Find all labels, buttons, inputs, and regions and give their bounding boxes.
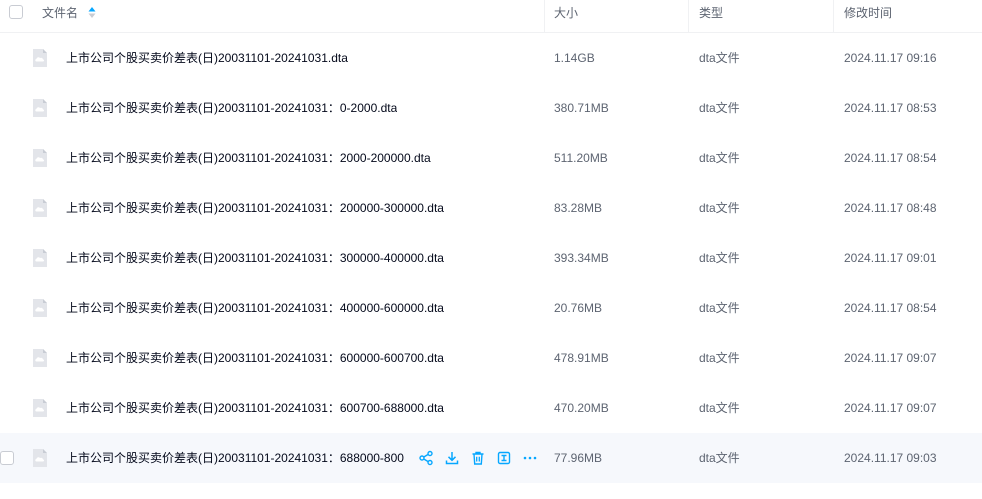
column-header-mtime[interactable]: 修改时间 (844, 0, 892, 33)
file-modified-time: 2024.11.17 09:16 (844, 51, 937, 65)
file-size: 478.91MB (554, 351, 609, 365)
file-size: 1.14GB (554, 51, 595, 65)
file-modified-time: 2024.11.17 08:54 (844, 151, 937, 165)
file-type: dta文件 (699, 51, 740, 65)
file-icon (33, 99, 47, 117)
file-icon (33, 49, 47, 67)
file-row[interactable]: 上市公司个股买卖价差表(日)20031101-20241031：300000-4… (0, 233, 982, 283)
file-name[interactable]: 上市公司个股买卖价差表(日)20031101-20241031：200000-3… (66, 183, 444, 233)
file-modified-time: 2024.11.17 09:07 (844, 401, 937, 415)
delete-icon[interactable] (470, 450, 486, 466)
file-name[interactable]: 上市公司个股买卖价差表(日)20031101-20241031：600700-6… (66, 383, 444, 433)
file-row[interactable]: 上市公司个股买卖价差表(日)20031101-20241031：2000-200… (0, 133, 982, 183)
file-type: dta文件 (699, 301, 740, 315)
file-modified-time: 2024.11.17 08:48 (844, 201, 937, 215)
file-type: dta文件 (699, 401, 740, 415)
file-icon (33, 449, 47, 467)
file-size: 83.28MB (554, 201, 603, 215)
file-size: 511.20MB (554, 151, 608, 165)
sort-icon[interactable] (88, 6, 96, 20)
column-header-size[interactable]: 大小 (554, 0, 578, 33)
row-actions (418, 450, 538, 466)
share-icon[interactable] (418, 450, 434, 466)
file-size: 393.34MB (554, 251, 609, 265)
file-type: dta文件 (699, 251, 740, 265)
file-row[interactable]: 上市公司个股买卖价差表(日)20031101-20241031：600000-6… (0, 333, 982, 383)
row-checkbox[interactable] (0, 451, 14, 465)
file-name[interactable]: 上市公司个股买卖价差表(日)20031101-20241031：600000-6… (66, 333, 444, 383)
select-all-checkbox[interactable] (9, 5, 23, 19)
file-name[interactable]: 上市公司个股买卖价差表(日)20031101-20241031：688000-8… (66, 433, 414, 483)
file-icon (33, 249, 47, 267)
file-name[interactable]: 上市公司个股买卖价差表(日)20031101-20241031：0-2000.d… (66, 83, 397, 133)
file-name[interactable]: 上市公司个股买卖价差表(日)20031101-20241031：2000-200… (66, 133, 431, 183)
file-type: dta文件 (699, 151, 740, 165)
file-type: dta文件 (699, 451, 740, 465)
file-name[interactable]: 上市公司个股买卖价差表(日)20031101-20241031：300000-4… (66, 233, 444, 283)
file-modified-time: 2024.11.17 08:53 (844, 101, 937, 115)
file-name[interactable]: 上市公司个股买卖价差表(日)20031101-20241031：400000-6… (66, 283, 444, 333)
column-header-name[interactable]: 文件名 (42, 0, 78, 33)
file-row[interactable]: 上市公司个股买卖价差表(日)20031101-20241031：400000-6… (0, 283, 982, 333)
file-row[interactable]: 上市公司个股买卖价差表(日)20031101-20241031：600700-6… (0, 383, 982, 433)
column-divider[interactable] (833, 0, 834, 33)
column-header-type[interactable]: 类型 (699, 0, 723, 33)
file-modified-time: 2024.11.17 09:01 (844, 251, 937, 265)
file-type: dta文件 (699, 101, 740, 115)
file-icon (33, 399, 47, 417)
file-icon (33, 199, 47, 217)
file-modified-time: 2024.11.17 08:54 (844, 301, 937, 315)
file-name[interactable]: 上市公司个股买卖价差表(日)20031101-20241031.dta (66, 33, 348, 83)
file-row[interactable]: 上市公司个股买卖价差表(日)20031101-20241031.dta 1.14G… (0, 33, 982, 83)
column-divider[interactable] (688, 0, 689, 33)
column-divider[interactable] (544, 0, 545, 33)
file-size: 470.20MB (554, 401, 609, 415)
file-icon (33, 299, 47, 317)
more-icon[interactable] (522, 450, 538, 466)
file-row[interactable]: 上市公司个股买卖价差表(日)20031101-20241031：688000-8… (0, 433, 982, 483)
file-size: 77.96MB (554, 451, 603, 465)
download-icon[interactable] (444, 450, 460, 466)
file-type: dta文件 (699, 351, 740, 365)
file-icon (33, 149, 47, 167)
file-list-header: 文件名 大小 类型 修改时间 (0, 0, 982, 33)
file-size: 380.71MB (554, 101, 609, 115)
file-row[interactable]: 上市公司个股买卖价差表(日)20031101-20241031：200000-3… (0, 183, 982, 233)
file-row[interactable]: 上市公司个股买卖价差表(日)20031101-20241031：0-2000.d… (0, 83, 982, 133)
file-icon (33, 349, 47, 367)
file-size: 20.76MB (554, 301, 603, 315)
file-type: dta文件 (699, 201, 740, 215)
file-modified-time: 2024.11.17 09:07 (844, 351, 937, 365)
file-modified-time: 2024.11.17 09:03 (844, 451, 937, 465)
extract-icon[interactable] (496, 450, 512, 466)
